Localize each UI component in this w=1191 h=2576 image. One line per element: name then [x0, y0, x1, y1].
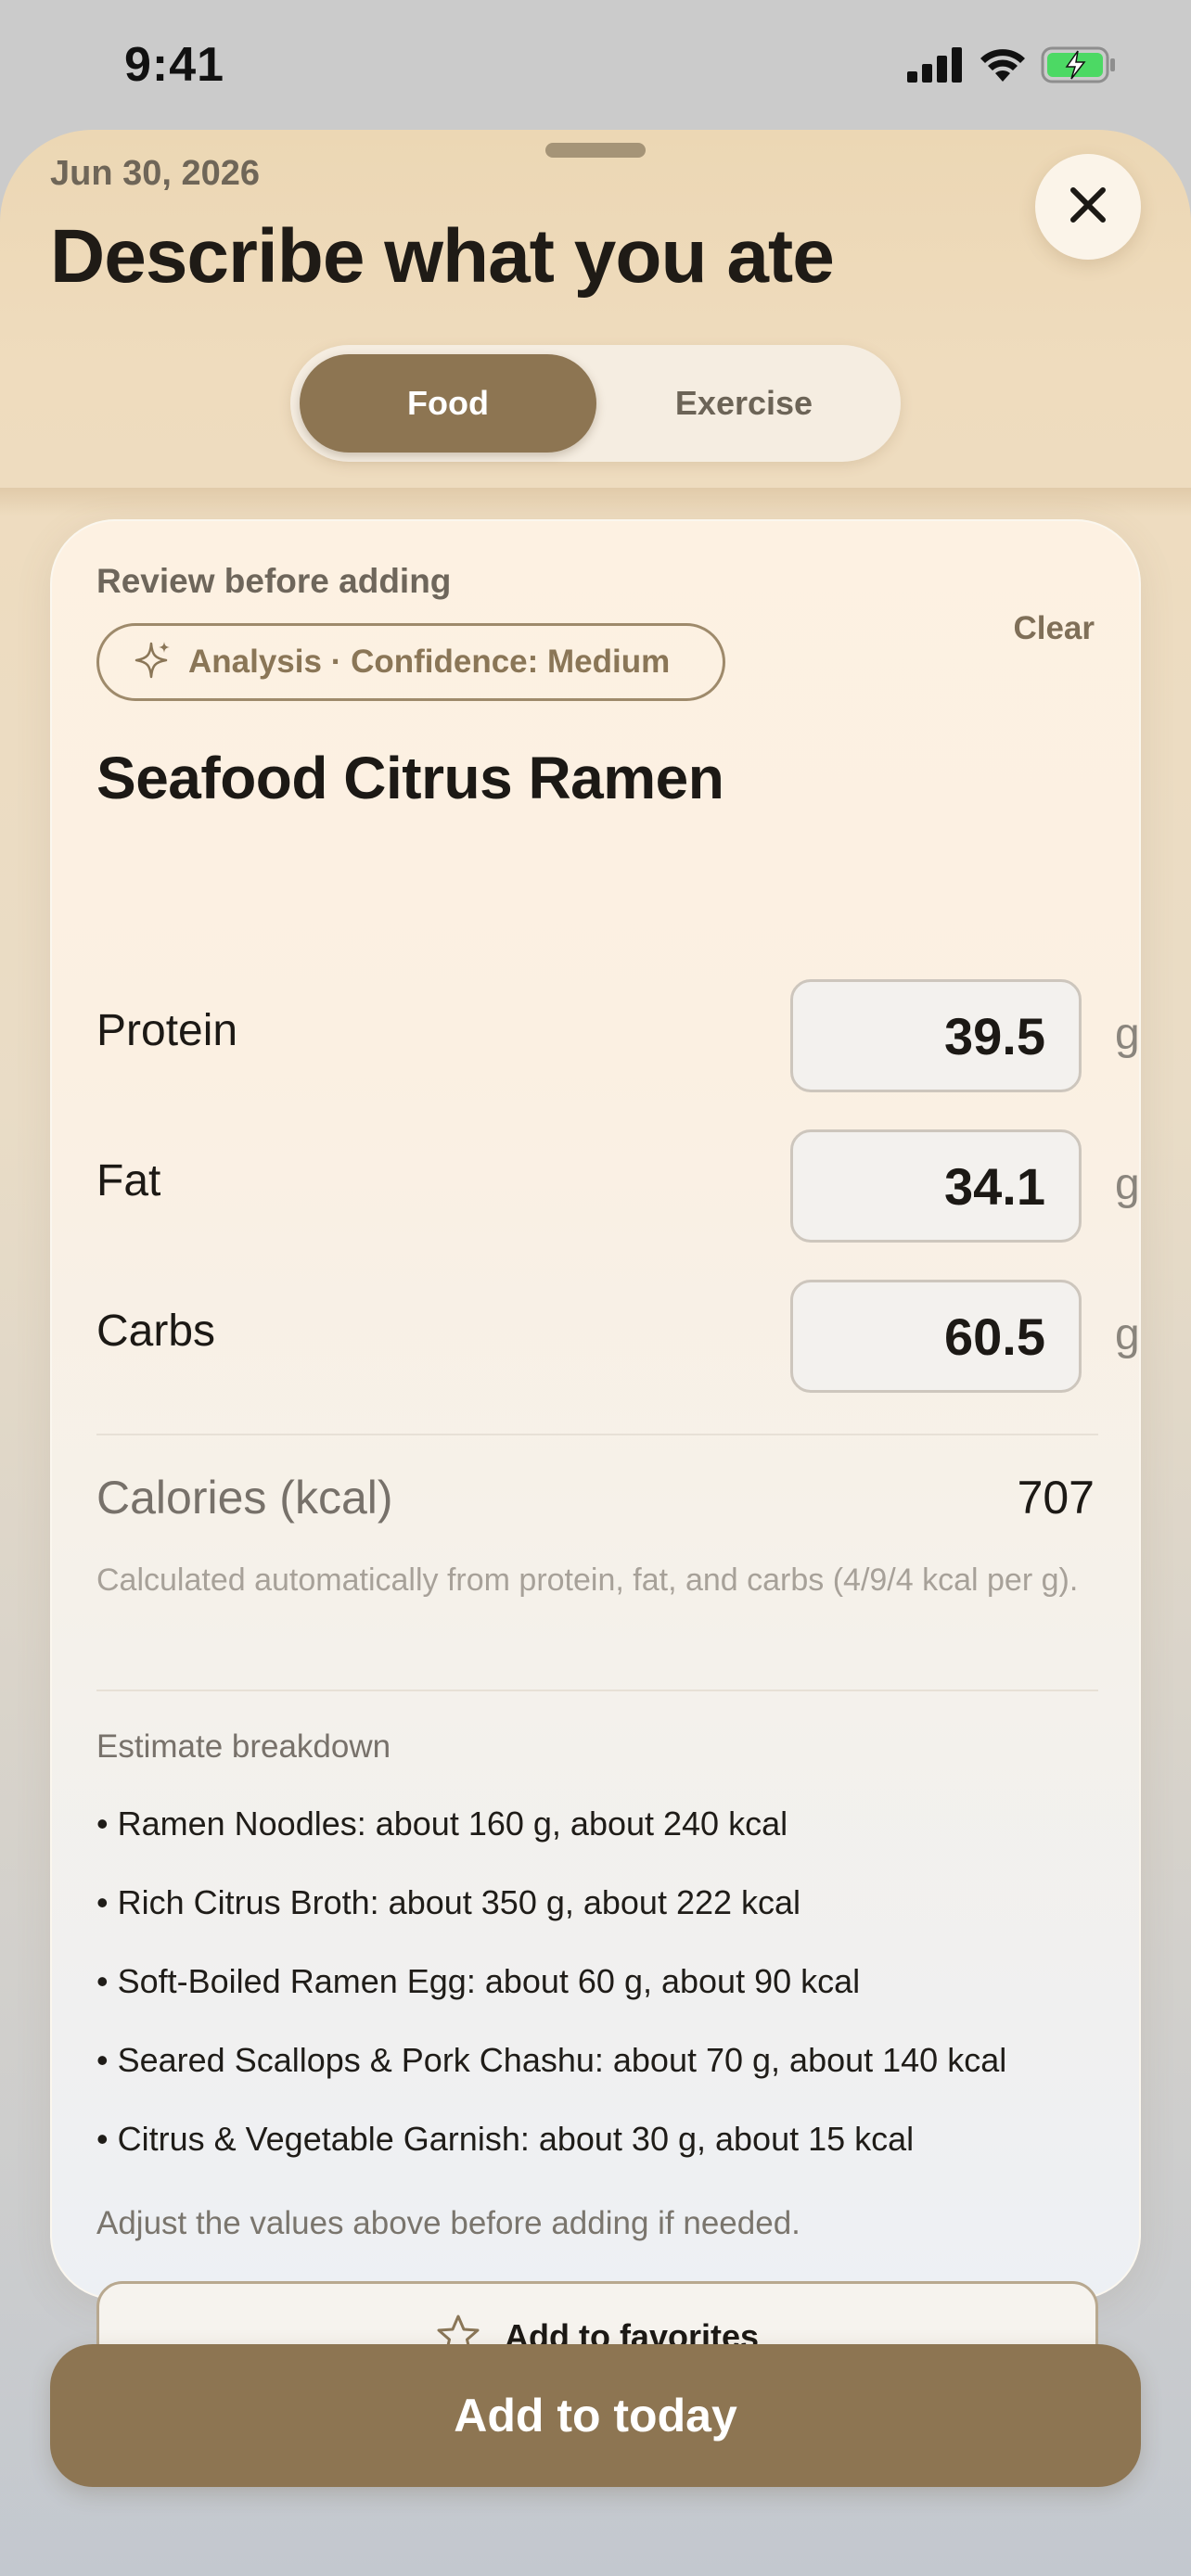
- entry-date: Jun 30, 2026: [50, 154, 261, 193]
- wifi-icon: [978, 46, 1028, 83]
- segment-food[interactable]: Food: [300, 354, 596, 453]
- macro-label: Fat: [96, 1156, 161, 1205]
- divider: [96, 1690, 1098, 1691]
- adjust-note: Adjust the values above before adding if…: [96, 2205, 800, 2241]
- page-title: Describe what you ate: [50, 214, 835, 299]
- header-divider-shadow: [0, 488, 1191, 516]
- food-name: Seafood Citrus Ramen: [96, 745, 724, 811]
- status-icons: [907, 46, 1117, 83]
- sheet-grabber[interactable]: [545, 143, 646, 158]
- macro-row-protein: Protein 39.5 g: [96, 979, 1140, 1094]
- review-card: Review before adding Clear Analysis · Co…: [50, 519, 1141, 2392]
- signal-icon: [907, 47, 965, 83]
- macro-row-carbs: Carbs 60.5 g: [96, 1280, 1140, 1395]
- modal-sheet: Jun 30, 2026 Describe what you ate Food …: [0, 130, 1191, 2576]
- analysis-chip-label: Analysis · Confidence: Medium: [188, 644, 671, 680]
- clear-button[interactable]: Clear: [1013, 610, 1095, 647]
- add-to-today-button[interactable]: Add to today: [50, 2344, 1141, 2487]
- status-time: 9:41: [124, 38, 225, 92]
- list-item: • Ramen Noodles: about 160 g, about 240 …: [96, 1804, 788, 1843]
- review-label: Review before adding: [96, 562, 452, 600]
- macro-unit: g: [1115, 1010, 1140, 1059]
- close-button[interactable]: [1035, 154, 1141, 260]
- segment-exercise[interactable]: Exercise: [596, 354, 891, 453]
- fat-input[interactable]: 34.1: [790, 1129, 1082, 1243]
- breakdown-list: • Ramen Noodles: about 160 g, about 240 …: [96, 1804, 1108, 2199]
- protein-input[interactable]: 39.5: [790, 979, 1082, 1092]
- list-item: • Seared Scallops & Pork Chashu: about 7…: [96, 2041, 1007, 2079]
- macro-row-fat: Fat 34.1 g: [96, 1129, 1140, 1244]
- close-icon: [1066, 183, 1110, 232]
- list-item: • Soft-Boiled Ramen Egg: about 60 g, abo…: [96, 1962, 861, 2000]
- sparkle-icon: [134, 640, 172, 685]
- macro-label: Carbs: [96, 1307, 216, 1356]
- divider: [96, 1434, 1098, 1435]
- status-bar: 9:41: [0, 0, 1191, 130]
- calories-value: 707: [1017, 1472, 1095, 1524]
- macro-unit: g: [1115, 1160, 1140, 1209]
- breakdown-title: Estimate breakdown: [96, 1728, 391, 1765]
- entry-type-segmented-control: Food Exercise: [290, 345, 901, 462]
- battery-charging-icon: [1041, 46, 1117, 83]
- analysis-confidence-chip: Analysis · Confidence: Medium: [96, 623, 725, 701]
- calories-label: Calories (kcal): [96, 1472, 393, 1524]
- calories-note: Calculated automatically from protein, f…: [96, 1562, 1079, 1598]
- list-item: • Rich Citrus Broth: about 350 g, about …: [96, 1883, 801, 1921]
- list-item: • Citrus & Vegetable Garnish: about 30 g…: [96, 2120, 915, 2158]
- macro-label: Protein: [96, 1006, 238, 1055]
- macro-unit: g: [1115, 1310, 1140, 1359]
- carbs-input[interactable]: 60.5: [790, 1280, 1082, 1393]
